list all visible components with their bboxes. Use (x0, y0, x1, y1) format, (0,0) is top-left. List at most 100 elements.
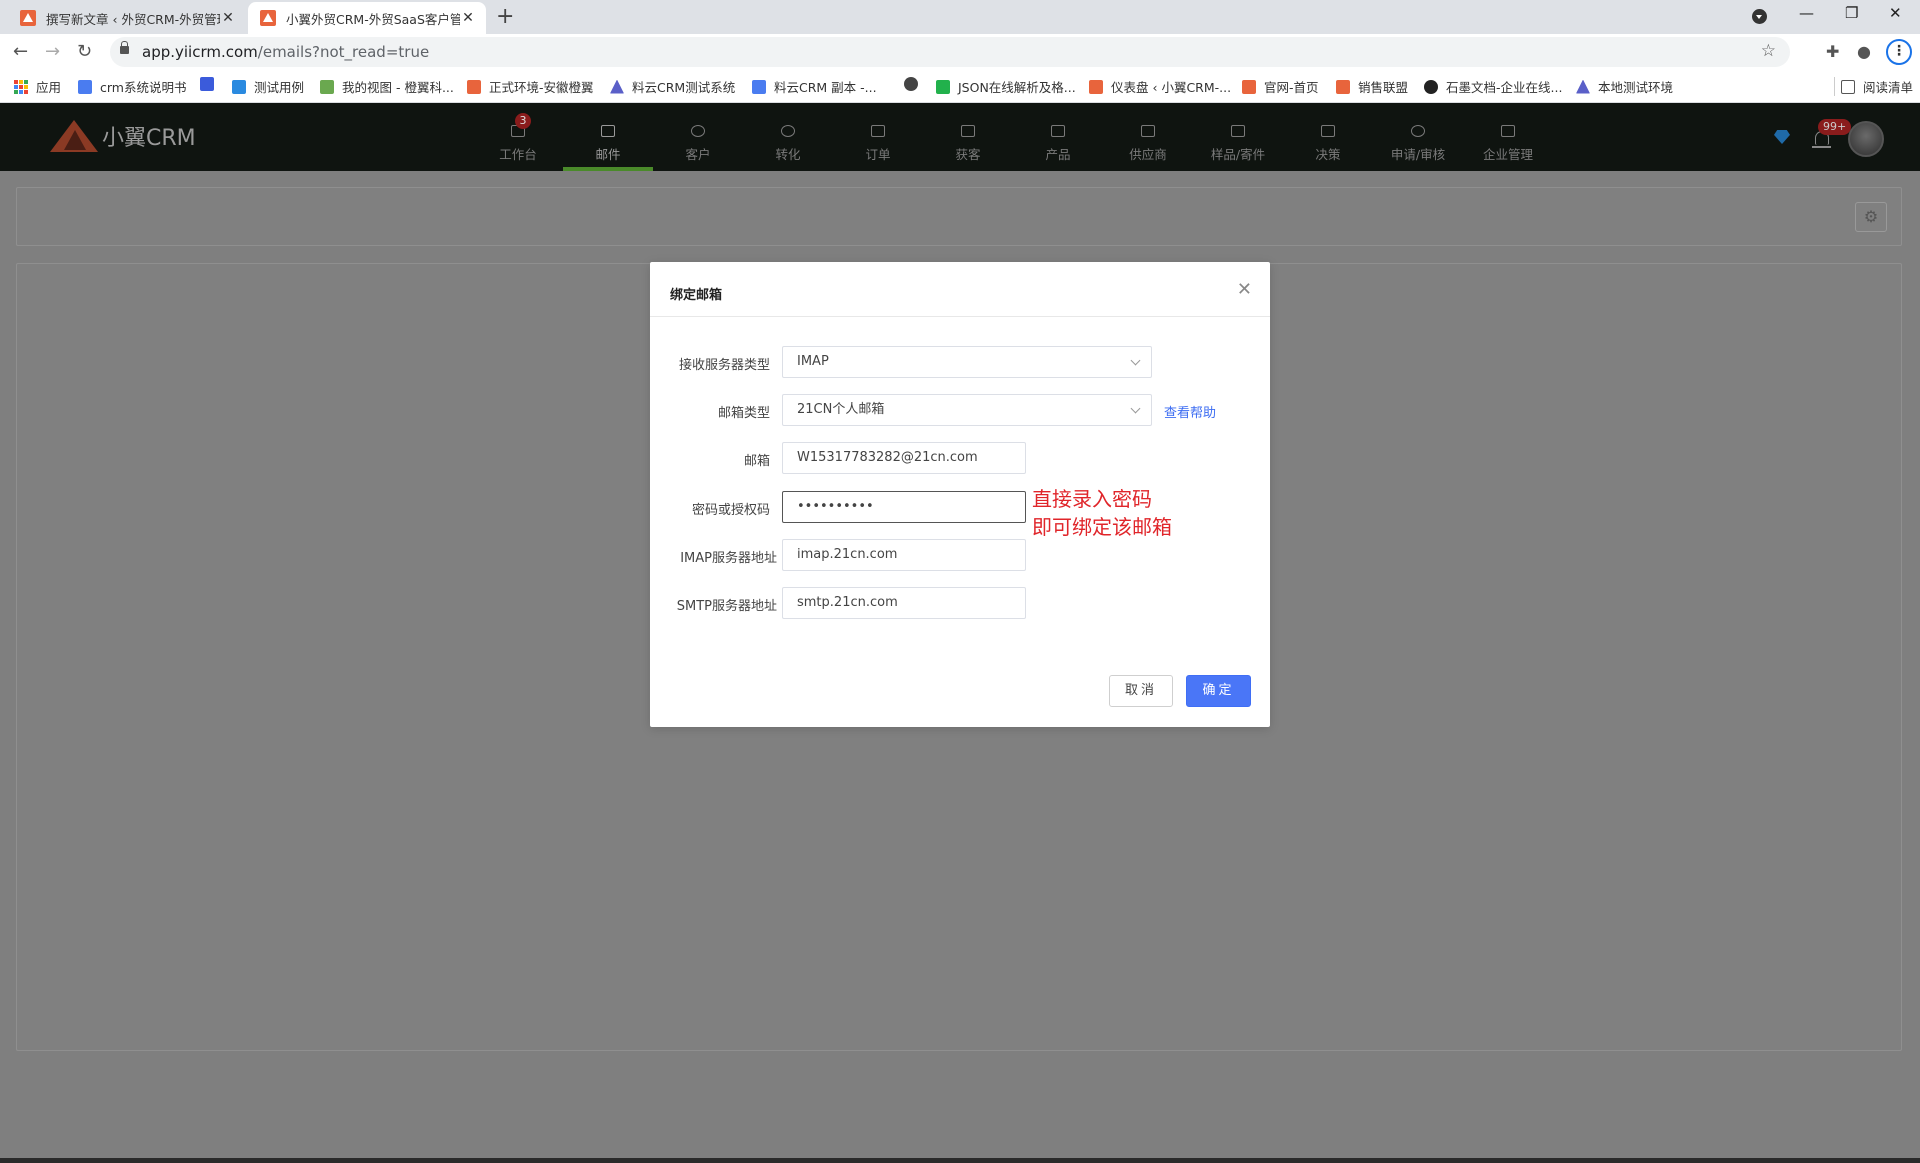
bookmark-item[interactable]: 测试用例 (232, 77, 304, 96)
tab-close-icon[interactable]: ✕ (220, 10, 236, 26)
cancel-button[interactable]: 取消 (1109, 675, 1173, 707)
chevron-down-icon (1130, 355, 1141, 366)
bookmark-item[interactable]: 正式环境-安徽橙翼 (467, 77, 594, 96)
server-type-value: IMAP (797, 354, 829, 369)
bookmark-item[interactable]: 石墨文档-企业在线... (1424, 77, 1562, 96)
app-icon (200, 77, 214, 91)
new-tab-icon[interactable]: + (496, 6, 514, 28)
nav-item-sample[interactable]: 样品/寄件 (1193, 103, 1283, 171)
mailbox-type-select[interactable]: 21CN个人邮箱 (782, 394, 1152, 426)
dialog-header: 绑定邮箱 ✕ (650, 262, 1270, 317)
bookmark-item[interactable]: 仪表盘 ‹ 小翼CRM-... (1089, 77, 1231, 96)
tab-search-icon[interactable] (1752, 9, 1767, 24)
restore-icon[interactable]: ❐ (1845, 4, 1858, 22)
bookmark-item[interactable]: 官网-首页 (1242, 77, 1319, 96)
bookmark-item[interactable]: JSON在线解析及格... (936, 77, 1076, 96)
acquire-icon (961, 125, 975, 137)
nav-item-decision[interactable]: 决策 (1283, 103, 1373, 171)
customer-icon (691, 125, 705, 137)
email-label: 邮箱 (743, 454, 770, 469)
app-icon (232, 79, 246, 94)
tab-close-icon[interactable]: ✕ (460, 10, 476, 26)
chevron-down-icon (1130, 403, 1141, 414)
back-icon[interactable]: ← (13, 41, 28, 62)
email-field[interactable]: W15317783282@21cn.com (782, 442, 1026, 474)
profile-icon[interactable]: ● (1857, 42, 1871, 61)
password-field[interactable]: •••••••••• (782, 491, 1026, 523)
browser-tab[interactable]: 撰写新文章 ‹ 外贸CRM-外贸管理 ✕ (8, 2, 246, 34)
smtp-server-field[interactable]: smtp.21cn.com (782, 587, 1026, 619)
bookmark-item[interactable]: 料云CRM 副本 -... (752, 77, 877, 96)
bookmark-item[interactable]: 料云CRM测试系统 (610, 77, 735, 96)
nav-label: 产品 (1045, 147, 1071, 162)
smtp-row: SMTP服务器地址 smtp.21cn.com (650, 587, 1270, 619)
site-favicon-icon (20, 10, 36, 26)
nav-item-company[interactable]: 企业管理 (1463, 103, 1553, 171)
window-close-icon[interactable]: ✕ (1889, 4, 1902, 22)
browser-menu-icon[interactable]: ⋮ (1886, 39, 1912, 65)
diamond-icon[interactable] (1774, 130, 1790, 144)
main-nav: 3 工作台 邮件 客户 转化 订单 获客 产品 供应商 样品/寄件 决策 申请/… (473, 103, 1553, 171)
minimize-icon[interactable]: — (1799, 4, 1814, 22)
nav-item-approval[interactable]: 申请/审核 (1373, 103, 1463, 171)
bookmark-item[interactable]: 本地测试环境 (1576, 77, 1673, 96)
lock-icon[interactable] (120, 41, 129, 54)
tab-title: 撰写新文章 ‹ 外贸CRM-外贸管理 (46, 11, 220, 27)
nav-item-workbench[interactable]: 3 工作台 (473, 103, 563, 171)
nav-item-acquire[interactable]: 获客 (923, 103, 1013, 171)
logo[interactable]: 小翼CRM (50, 118, 196, 154)
nav-item-mail[interactable]: 邮件 (563, 103, 653, 171)
nav-label: 样品/寄件 (1210, 147, 1266, 162)
triangle-icon (610, 79, 624, 94)
nav-label: 客户 (685, 147, 711, 162)
app-header: 小翼CRM 3 工作台 邮件 客户 转化 订单 获客 产品 供应商 样品/寄件 … (0, 103, 1920, 171)
annotation-line: 直接录入密码 (1032, 487, 1152, 511)
reading-list-icon (1841, 79, 1855, 94)
help-link[interactable]: 查看帮助 (1164, 402, 1216, 421)
approval-icon (1411, 125, 1425, 137)
nav-label: 工作台 (499, 147, 537, 162)
imap-label: IMAP服务器地址 (680, 551, 777, 566)
imap-row: IMAP服务器地址 imap.21cn.com (650, 539, 1270, 571)
settings-gear-icon[interactable]: ⚙ (1855, 202, 1887, 232)
mailbox-type-label: 邮箱类型 (717, 406, 770, 421)
bookmark-star-icon[interactable]: ☆ (1761, 41, 1776, 61)
nav-label: 邮件 (595, 147, 621, 162)
close-icon[interactable]: ✕ (1237, 279, 1252, 300)
nav-item-convert[interactable]: 转化 (743, 103, 833, 171)
forward-icon[interactable]: → (45, 41, 60, 62)
avatar[interactable] (1848, 121, 1884, 157)
nav-item-customer[interactable]: 客户 (653, 103, 743, 171)
bottom-strip (0, 1158, 1920, 1163)
bookmark-apps[interactable]: 应用 (14, 77, 61, 96)
reload-icon[interactable]: ↻ (77, 41, 92, 62)
brand-icon (1336, 79, 1350, 94)
nav-item-product[interactable]: 产品 (1013, 103, 1103, 171)
extensions-icon[interactable]: ✚ (1826, 42, 1839, 61)
browser-tab-active[interactable]: 小翼外贸CRM-外贸SaaS客户管理 ✕ (248, 2, 486, 34)
bookmark-item[interactable]: 销售联盟 (1336, 77, 1408, 96)
globe-icon (904, 77, 918, 91)
nav-item-order[interactable]: 订单 (833, 103, 923, 171)
imap-server-field[interactable]: imap.21cn.com (782, 539, 1026, 571)
server-type-label: 接收服务器类型 (678, 358, 770, 373)
order-icon (871, 125, 885, 137)
nav-item-supplier[interactable]: 供应商 (1103, 103, 1193, 171)
bookmark-item[interactable] (904, 77, 926, 91)
bookmark-item[interactable] (200, 77, 222, 91)
bookmark-item[interactable]: 我的视图 - 橙翼科... (320, 77, 454, 96)
address-toolbar: ← → ↻ app.yiicrm.com/emails?not_read=tru… (0, 34, 1920, 70)
bookmarks-bar: 应用 crm系统说明书 测试用例 我的视图 - 橙翼科... 正式环境-安徽橙翼… (0, 70, 1920, 103)
shimo-icon (1424, 79, 1438, 94)
reading-list[interactable]: 阅读清单 (1834, 77, 1913, 96)
url-bar[interactable]: app.yiicrm.com/emails?not_read=true ☆ (110, 37, 1790, 67)
dialog-title: 绑定邮箱 (670, 288, 723, 303)
bookmark-item[interactable]: crm系统说明书 (78, 77, 186, 96)
annotation-line: 即可绑定该邮箱 (1032, 515, 1172, 539)
nav-badge: 3 (515, 113, 531, 129)
server-type-select[interactable]: IMAP (782, 346, 1152, 378)
notification-badge: 99+ (1818, 119, 1852, 135)
confirm-button[interactable]: 确定 (1186, 675, 1251, 707)
nav-label: 申请/审核 (1390, 147, 1446, 162)
brand-icon (467, 79, 481, 94)
